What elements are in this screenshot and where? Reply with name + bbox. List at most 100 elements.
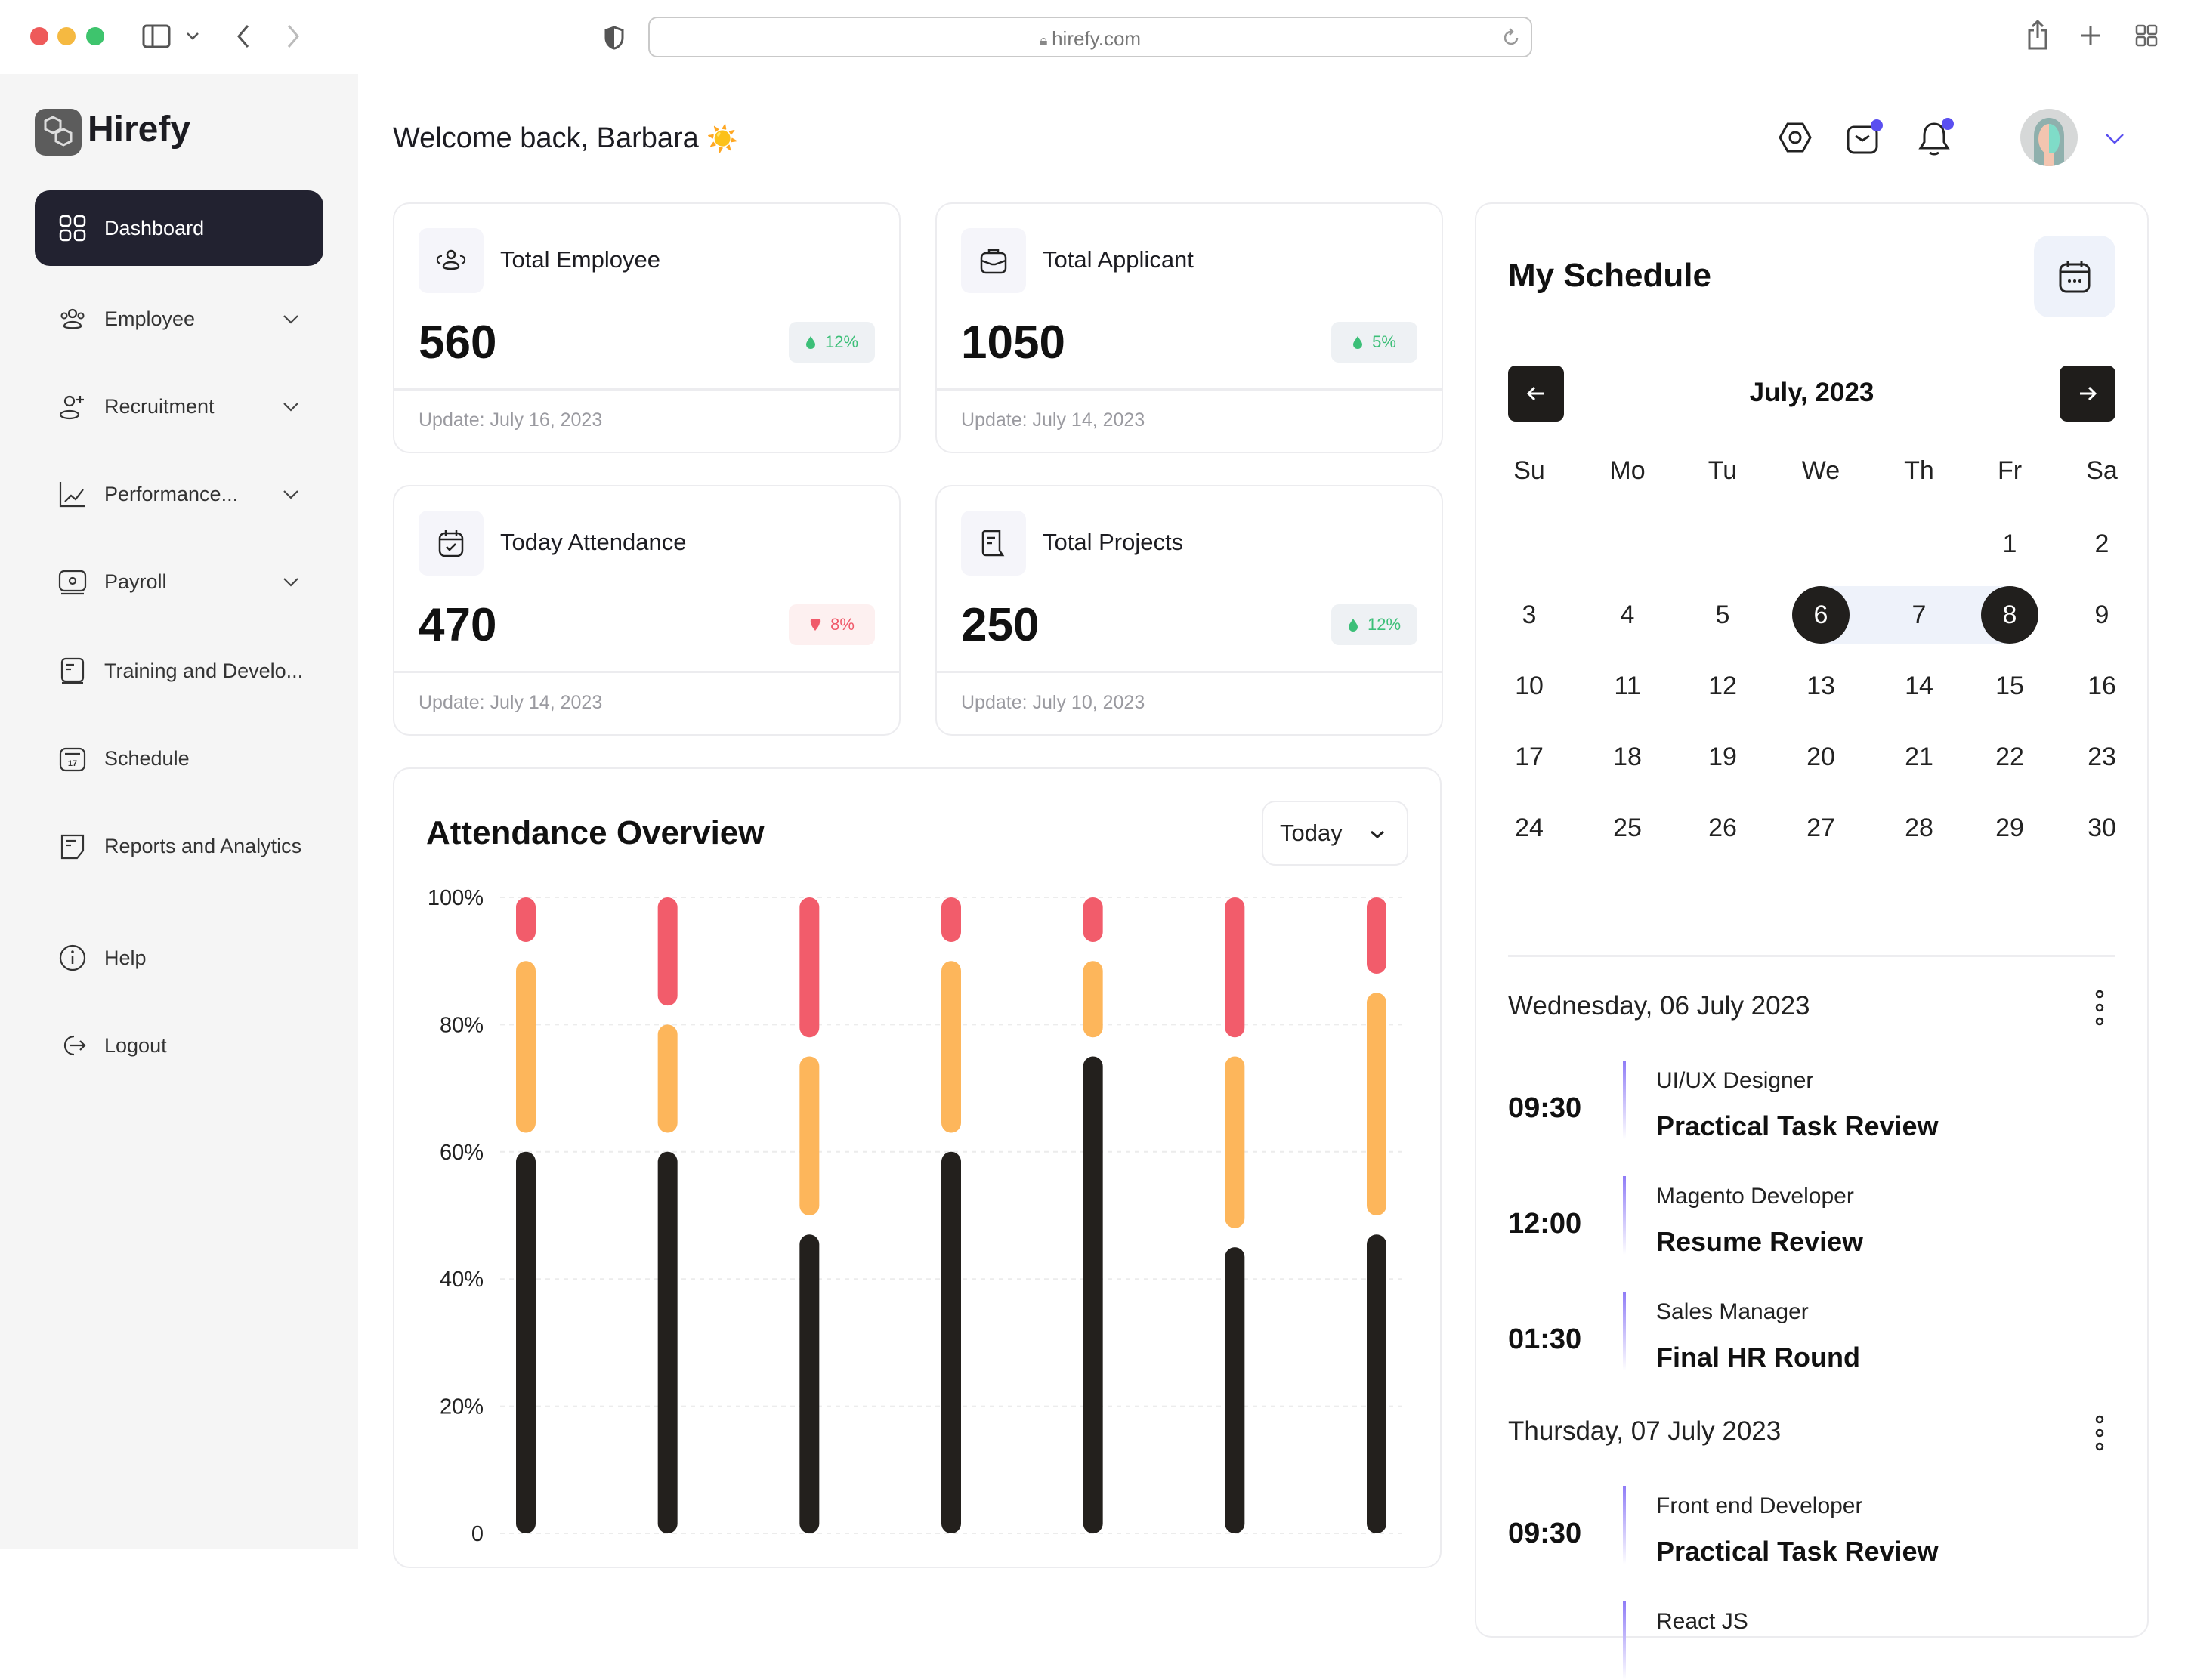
calendar-day[interactable]: 23 [2073, 728, 2131, 786]
sidebar-item-payroll[interactable]: Payroll [35, 544, 323, 619]
chevron-down-icon[interactable] [186, 32, 199, 41]
chevron-down-icon[interactable] [281, 572, 301, 591]
stat-card-total-employee[interactable]: Total Employee 560 12% Update: July 16, … [393, 202, 901, 453]
messages-button[interactable] [1847, 119, 1886, 156]
reload-icon[interactable] [1502, 27, 1520, 48]
event-timeline-bar [1623, 1601, 1626, 1680]
share-icon[interactable] [2026, 20, 2049, 50]
calendar-day[interactable]: 7 [1890, 586, 1948, 644]
stat-update-date: Update: July 10, 2023 [961, 692, 1145, 713]
chevron-down-icon[interactable] [281, 309, 301, 329]
calendar-day[interactable]: 24 [1500, 799, 1558, 857]
sidebar-item-reports-and-analytics[interactable]: Reports and Analytics [35, 808, 323, 884]
stat-icon-wrap [961, 228, 1026, 293]
divider [937, 388, 1442, 391]
trend-value: 5% [1372, 332, 1396, 351]
schedule-title: My Schedule [1508, 257, 1711, 294]
bar-segment-red [516, 897, 536, 942]
schedule-date-header: Thursday, 07 July 2023 [1508, 1416, 1782, 1446]
address-bar[interactable]: 🔒︎ hirefy.com [648, 17, 1532, 57]
stat-card-total-projects[interactable]: Total Projects 250 12% Update: July 10, … [935, 485, 1443, 736]
calendar-day[interactable]: 28 [1890, 799, 1948, 857]
sidebar-item-help[interactable]: Help [35, 920, 323, 996]
sidebar-item-label: Reports and Analytics [104, 834, 302, 857]
sidebar-item-employee[interactable]: Employee [35, 281, 323, 357]
calendar-day[interactable]: 14 [1890, 657, 1948, 715]
sidebar-item-performance[interactable]: Performance... [35, 456, 323, 532]
bar-segment-black [799, 1234, 820, 1533]
calendar-day[interactable]: 3 [1500, 586, 1558, 644]
stat-icon-wrap [419, 511, 484, 576]
divider [394, 388, 899, 391]
calendar-day[interactable]: 27 [1792, 799, 1850, 857]
event-role: Magento Developer [1656, 1184, 1854, 1209]
calendar-day[interactable]: 29 [1981, 799, 2038, 857]
calendar-day[interactable]: 2 [2073, 515, 2131, 573]
maximize-window-button[interactable] [86, 27, 104, 45]
calendar-day-selected[interactable]: 8 [1981, 586, 2038, 644]
calendar-day[interactable]: 19 [1694, 728, 1751, 786]
notifications-button[interactable] [1918, 118, 1957, 157]
chevron-down-icon[interactable] [281, 397, 301, 416]
avatar[interactable] [2020, 109, 2078, 166]
sidebar-item-logout[interactable]: Logout [35, 1008, 323, 1083]
calendar-day[interactable]: 4 [1599, 586, 1656, 644]
logo-icon [35, 109, 82, 156]
more-options-button[interactable] [2094, 990, 2105, 1026]
more-options-button[interactable] [2094, 1415, 2105, 1451]
sidebar-item-training-and-develo[interactable]: Training and Develo... [35, 633, 323, 709]
calendar-day[interactable]: 18 [1599, 728, 1656, 786]
event-timeline-bar [1623, 1486, 1626, 1564]
sidebar-item-dashboard[interactable]: Dashboard [35, 190, 323, 266]
minimize-window-button[interactable] [57, 27, 76, 45]
calendar-day[interactable]: 20 [1792, 728, 1850, 786]
calendar-day[interactable]: 11 [1599, 657, 1656, 715]
calendar-day[interactable]: 21 [1890, 728, 1948, 786]
stat-value: 470 [419, 599, 497, 651]
sidebar-item-recruitment[interactable]: Recruitment [35, 369, 323, 444]
weekday-label: Mo [1609, 456, 1646, 485]
sidebar-item-schedule[interactable]: 17 Schedule [35, 721, 323, 796]
calendar-day-selected[interactable]: 6 [1792, 586, 1850, 644]
shield-icon[interactable] [604, 26, 624, 50]
sidebar-item-label: Training and Develo... [104, 659, 304, 682]
calendar-day[interactable]: 1 [1981, 515, 2038, 573]
calendar-day[interactable]: 13 [1792, 657, 1850, 715]
stat-card-today-attendance[interactable]: Today Attendance 470 8% Update: July 14,… [393, 485, 901, 736]
y-tick-label: 60% [440, 1141, 484, 1165]
settings-icon[interactable] [1779, 121, 1812, 154]
calendar-day[interactable]: 22 [1981, 728, 2038, 786]
calendar-day[interactable]: 12 [1694, 657, 1751, 715]
app-logo-text: Hirefy [88, 110, 191, 150]
calendar-day[interactable]: 15 [1981, 657, 2038, 715]
calendar-day[interactable]: 9 [2073, 586, 2131, 644]
forward-icon[interactable] [286, 24, 301, 48]
sidebar-item-label: Schedule [104, 746, 190, 770]
calendar-day[interactable]: 17 [1500, 728, 1558, 786]
weekday-label: Su [1513, 456, 1545, 485]
calendar-day[interactable]: 25 [1599, 799, 1656, 857]
sidebar-item-label: Recruitment [104, 394, 215, 418]
calendar-day[interactable]: 30 [2073, 799, 2131, 857]
open-calendar-button[interactable] [2034, 236, 2115, 317]
tab-overview-icon[interactable] [2135, 24, 2158, 47]
calendar-day[interactable]: 16 [2073, 657, 2131, 715]
close-window-button[interactable] [30, 27, 48, 45]
weekday-label: Fr [1997, 456, 2023, 485]
chevron-down-icon[interactable] [281, 484, 301, 504]
profile-chevron-icon[interactable] [2105, 133, 2125, 145]
weekday-label: Tu [1708, 456, 1738, 485]
new-tab-icon[interactable] [2079, 24, 2102, 47]
calendar-day[interactable]: 5 [1694, 586, 1751, 644]
stat-card-total-applicant[interactable]: Total Applicant 1050 5% Update: July 14,… [935, 202, 1443, 453]
next-month-button[interactable] [2060, 366, 2115, 422]
stat-icon [438, 530, 464, 557]
sidebar: Hirefy Dashboard Employee Recruitment Pe… [0, 74, 358, 1549]
url-text: 🔒︎ hirefy.com [650, 27, 1531, 51]
sidebar-toggle-icon[interactable] [142, 24, 171, 48]
logout-icon [63, 1035, 86, 1056]
calendar-day[interactable]: 26 [1694, 799, 1751, 857]
back-icon[interactable] [236, 24, 251, 48]
event-role: UI/UX Designer [1656, 1068, 1814, 1093]
calendar-day[interactable]: 10 [1500, 657, 1558, 715]
